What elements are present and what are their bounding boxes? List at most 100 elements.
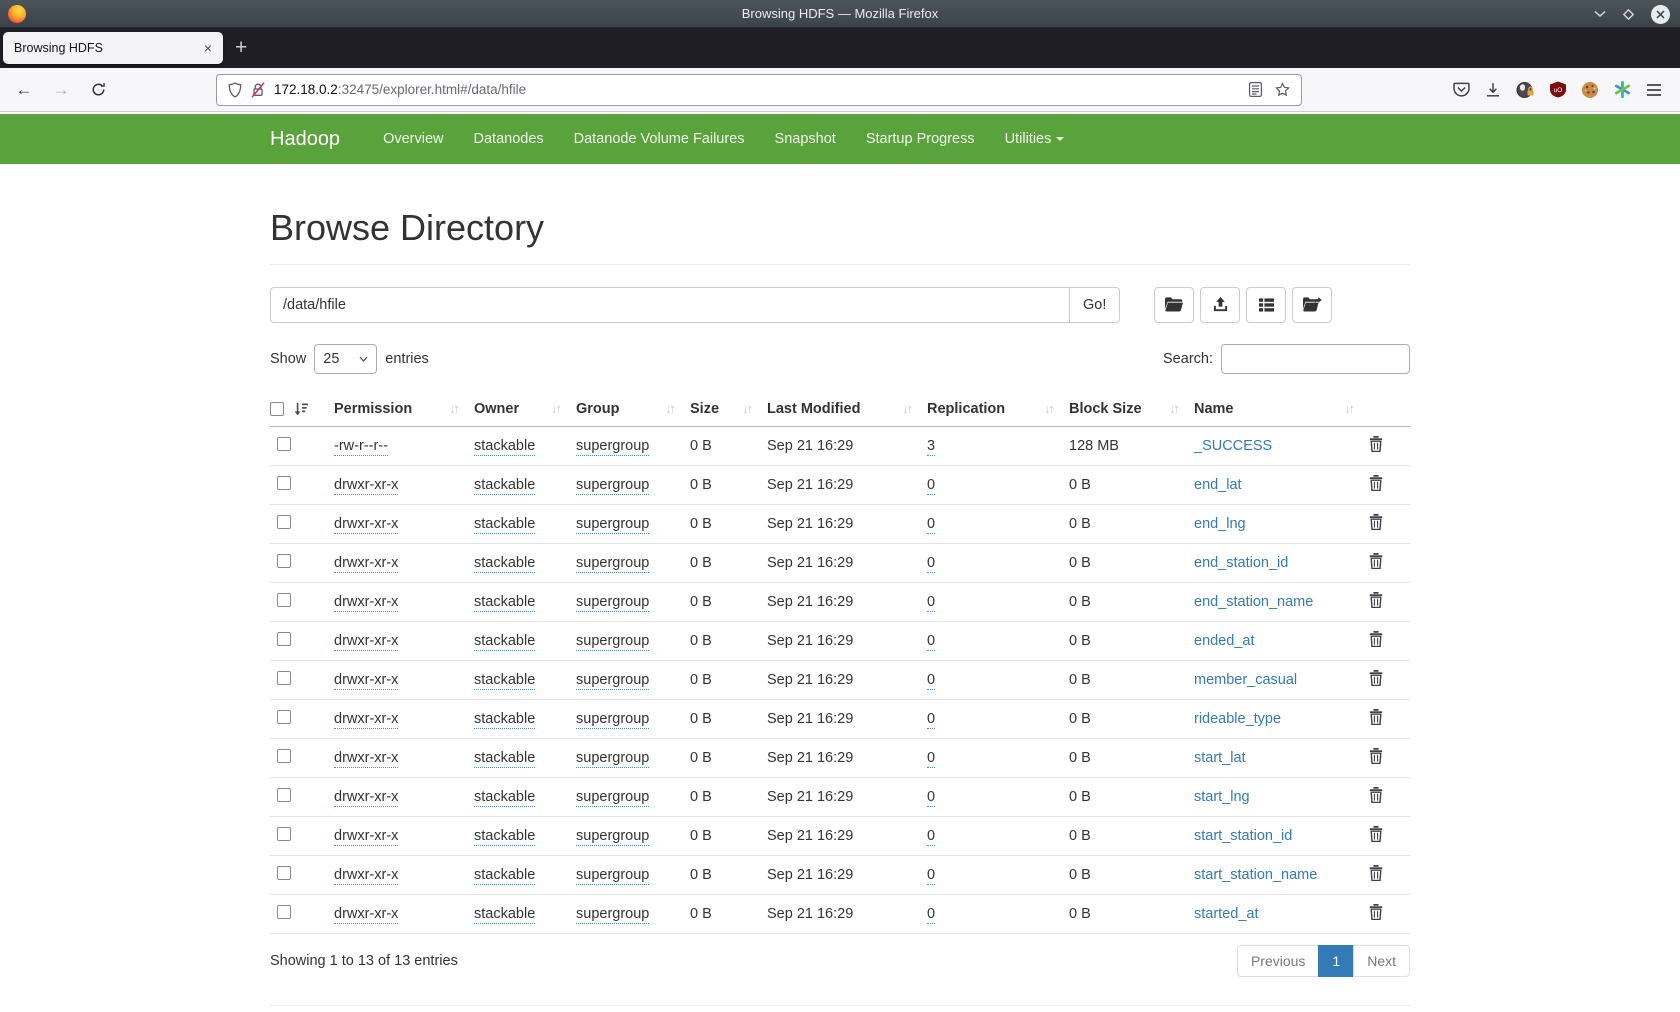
delete-button[interactable] — [1369, 518, 1383, 534]
delete-button[interactable] — [1369, 869, 1383, 885]
forward-button[interactable]: → — [47, 76, 75, 104]
replication-value[interactable]: 0 — [927, 711, 935, 729]
permission-value[interactable]: drwxr-xr-x — [334, 867, 398, 885]
replication-value[interactable]: 0 — [927, 867, 935, 885]
owner-value[interactable]: stackable — [474, 594, 535, 612]
cookie-extension-icon[interactable] — [1581, 81, 1599, 99]
select-all-header[interactable] — [270, 391, 334, 427]
hadoop-brand[interactable]: Hadoop — [270, 128, 340, 151]
permission-value[interactable]: drwxr-xr-x — [334, 828, 398, 846]
replication-value[interactable]: 0 — [927, 594, 935, 612]
group-value[interactable]: supergroup — [576, 516, 649, 534]
file-name-link[interactable]: member_casual — [1194, 672, 1297, 688]
reload-button[interactable] — [84, 76, 112, 104]
downloads-icon[interactable] — [1485, 82, 1501, 98]
delete-button[interactable] — [1369, 635, 1383, 651]
file-name-link[interactable]: start_station_name — [1194, 867, 1317, 883]
paste-move-button[interactable] — [1292, 287, 1332, 323]
asterisk-extension-icon[interactable] — [1614, 81, 1631, 98]
owner-value[interactable]: stackable — [474, 672, 535, 690]
permission-value[interactable]: drwxr-xr-x — [334, 516, 398, 534]
next-page-button[interactable]: Next — [1353, 945, 1410, 977]
header-permission[interactable]: Permission↓↑ — [334, 391, 474, 427]
set-quota-button[interactable] — [1246, 287, 1286, 323]
replication-value[interactable]: 0 — [927, 555, 935, 573]
group-value[interactable]: supergroup — [576, 594, 649, 612]
group-value[interactable]: supergroup — [576, 633, 649, 651]
group-value[interactable]: supergroup — [576, 672, 649, 690]
row-checkbox[interactable] — [277, 866, 291, 880]
delete-button[interactable] — [1369, 908, 1383, 924]
replication-value[interactable]: 0 — [927, 906, 935, 924]
header-block-size[interactable]: Block Size↓↑ — [1069, 391, 1194, 427]
delete-button[interactable] — [1369, 752, 1383, 768]
ublock-origin-icon[interactable]: uO — [1550, 81, 1566, 98]
header-owner[interactable]: Owner↓↑ — [474, 391, 576, 427]
row-checkbox[interactable] — [277, 554, 291, 568]
replication-value[interactable]: 3 — [927, 438, 935, 456]
delete-button[interactable] — [1369, 674, 1383, 690]
owner-value[interactable]: stackable — [474, 711, 535, 729]
delete-button[interactable] — [1369, 596, 1383, 612]
directory-path-input[interactable] — [270, 287, 1070, 323]
replication-value[interactable]: 0 — [927, 750, 935, 768]
replication-value[interactable]: 0 — [927, 789, 935, 807]
permission-value[interactable]: drwxr-xr-x — [334, 594, 398, 612]
group-value[interactable]: supergroup — [576, 438, 649, 456]
go-button[interactable]: Go! — [1069, 287, 1120, 323]
file-name-link[interactable]: end_lat — [1194, 477, 1242, 493]
search-input[interactable] — [1221, 344, 1410, 374]
tracking-shield-icon[interactable] — [228, 82, 242, 98]
menu-hamburger-icon[interactable] — [1646, 83, 1662, 97]
header-name[interactable]: Name↓↑ — [1194, 391, 1369, 427]
group-value[interactable]: supergroup — [576, 477, 649, 495]
insecure-lock-icon[interactable] — [251, 82, 265, 98]
file-name-link[interactable]: start_lat — [1194, 750, 1246, 766]
privacy-extension-icon[interactable] — [1516, 81, 1535, 99]
owner-value[interactable]: stackable — [474, 633, 535, 651]
close-icon[interactable] — [1651, 5, 1670, 24]
group-value[interactable]: supergroup — [576, 711, 649, 729]
nav-overview[interactable]: Overview — [368, 131, 458, 147]
tab-close-icon[interactable]: × — [204, 41, 212, 55]
pocket-icon[interactable] — [1453, 81, 1470, 98]
replication-value[interactable]: 0 — [927, 477, 935, 495]
header-size[interactable]: Size↓↑ — [690, 391, 767, 427]
url-text[interactable]: 172.18.0.2:32475/explorer.html#/data/hfi… — [274, 82, 526, 97]
header-last-modified[interactable]: Last Modified↓↑ — [767, 391, 927, 427]
file-name-link[interactable]: end_lng — [1194, 516, 1246, 532]
file-name-link[interactable]: end_station_name — [1194, 594, 1313, 610]
replication-value[interactable]: 0 — [927, 828, 935, 846]
maximize-icon[interactable] — [1622, 8, 1635, 21]
file-name-link[interactable]: started_at — [1194, 906, 1259, 922]
file-name-link[interactable]: start_lng — [1194, 789, 1250, 805]
row-checkbox[interactable] — [277, 671, 291, 685]
file-name-link[interactable]: rideable_type — [1194, 711, 1281, 727]
bookmark-star-icon[interactable] — [1275, 82, 1290, 97]
tab-browsing-hdfs[interactable]: Browsing HDFS × — [3, 32, 223, 64]
delete-button[interactable] — [1369, 791, 1383, 807]
header-replication[interactable]: Replication↓↑ — [927, 391, 1069, 427]
permission-value[interactable]: drwxr-xr-x — [334, 906, 398, 924]
permission-value[interactable]: drwxr-xr-x — [334, 711, 398, 729]
owner-value[interactable]: stackable — [474, 438, 535, 456]
owner-value[interactable]: stackable — [474, 477, 535, 495]
row-checkbox[interactable] — [277, 632, 291, 646]
page-size-select[interactable]: 25 — [314, 344, 377, 374]
new-tab-button[interactable]: + — [235, 36, 247, 60]
nav-utilities-dropdown[interactable]: Utilities — [990, 131, 1080, 147]
delete-button[interactable] — [1369, 557, 1383, 573]
file-name-link[interactable]: ended_at — [1194, 633, 1254, 649]
row-checkbox[interactable] — [277, 710, 291, 724]
permission-value[interactable]: drwxr-xr-x — [334, 750, 398, 768]
permission-value[interactable]: drwxr-xr-x — [334, 789, 398, 807]
permission-value[interactable]: drwxr-xr-x — [334, 672, 398, 690]
permission-value[interactable]: drwxr-xr-x — [334, 477, 398, 495]
replication-value[interactable]: 0 — [927, 516, 935, 534]
permission-value[interactable]: drwxr-xr-x — [334, 555, 398, 573]
owner-value[interactable]: stackable — [474, 750, 535, 768]
group-value[interactable]: supergroup — [576, 867, 649, 885]
create-directory-button[interactable] — [1154, 287, 1194, 323]
row-checkbox[interactable] — [277, 476, 291, 490]
owner-value[interactable]: stackable — [474, 906, 535, 924]
